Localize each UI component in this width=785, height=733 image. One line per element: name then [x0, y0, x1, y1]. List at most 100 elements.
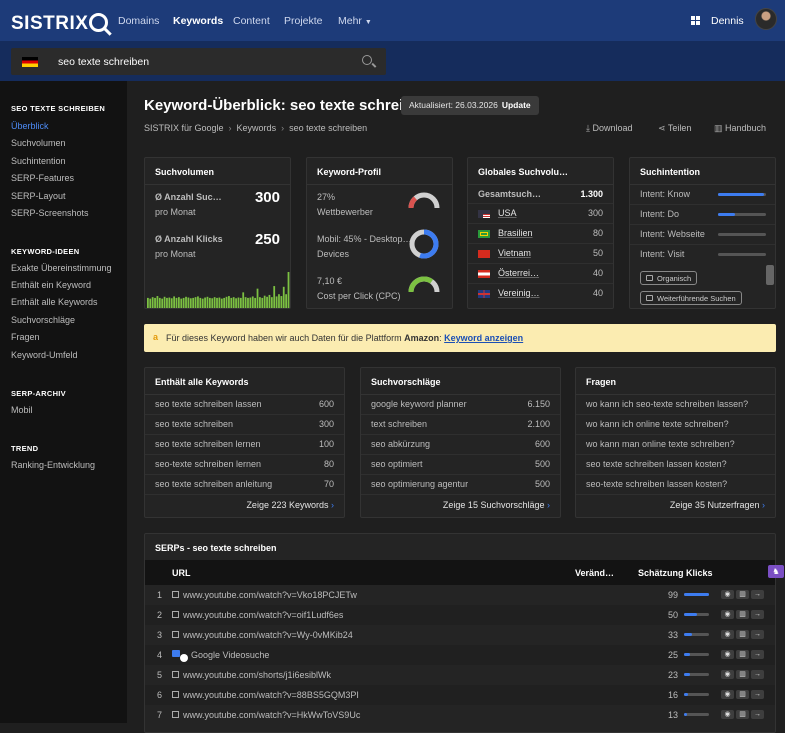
serp-url[interactable]: www.youtube.com/watch?v=Vko18PCJETw [183, 590, 357, 600]
table-row[interactable]: 2 www.youtube.com/watch?v=oif1Ludf6es 50 ◉ ▥… [145, 605, 775, 625]
nav-content[interactable]: Content [233, 15, 270, 27]
eye-icon[interactable]: ◉ [721, 670, 734, 679]
eye-icon[interactable]: ◉ [721, 630, 734, 639]
arrow-right-icon[interactable]: → [751, 610, 764, 619]
handbook-button[interactable]: ▥ Handbuch [714, 123, 766, 134]
nav-mehr[interactable]: Mehr ▼ [338, 15, 372, 27]
nav-domains[interactable]: Domains [118, 15, 159, 27]
list-item[interactable]: wo kann ich online texte schreiben? [586, 419, 729, 429]
search-query[interactable]: seo texte schreiben [58, 56, 149, 68]
sidebar-item-enthaelt-alle[interactable]: Enthält alle Keywords [11, 297, 98, 307]
chart-icon[interactable]: ▥ [736, 690, 749, 699]
sidebar-item-serp-layout[interactable]: SERP-Layout [11, 191, 66, 201]
sidebar-item-suchvorschlaege[interactable]: Suchvorschläge [11, 315, 75, 325]
table-row[interactable]: 7 www.youtube.com/watch?v=HkWwToVS9Uc 13 ◉ ▥… [145, 705, 775, 725]
sidebar-item-serp-features[interactable]: SERP-Features [11, 173, 74, 183]
chart-icon[interactable]: ▥ [736, 710, 749, 719]
arrow-right-icon[interactable]: → [751, 650, 764, 659]
tag-organisch[interactable]: Organisch [640, 271, 698, 285]
arrow-right-icon[interactable]: → [751, 630, 764, 639]
table-row[interactable]: 3 www.youtube.com/watch?v=Wy-0vMKib24 33 ◉ ▥… [145, 625, 775, 645]
chart-icon[interactable]: ▥ [736, 630, 749, 639]
show-suggestions-link[interactable]: Zeige 15 Suchvorschläge › [443, 500, 550, 510]
keyword-search-input[interactable]: seo texte schreiben [11, 48, 386, 75]
list-item[interactable]: seo texte schreiben [155, 419, 233, 429]
country-name[interactable]: Brasilien [498, 228, 533, 238]
sidebar-item-serp-screenshots[interactable]: SERP-Screenshots [11, 208, 89, 218]
breadcrumb-item[interactable]: Keywords [237, 123, 277, 133]
col-clicks[interactable]: Schätzung Klicks [638, 568, 713, 578]
table-row[interactable]: 5 www.youtube.com/shorts/j1i6esiblWk 23 ◉ ▥ → [145, 665, 775, 685]
germany-flag-icon[interactable] [22, 57, 38, 67]
avatar[interactable] [755, 8, 777, 30]
sidebar-item-ranking-entwicklung[interactable]: Ranking-Entwicklung [11, 460, 95, 470]
chart-icon[interactable]: ▥ [736, 670, 749, 679]
external-link-icon[interactable] [172, 691, 179, 698]
sistrix-logo[interactable]: SISTRIX [11, 10, 109, 35]
table-row[interactable]: 6 www.youtube.com/watch?v=88BS5GQM3PI 16 ◉ ▥… [145, 685, 775, 705]
apps-grid-icon[interactable] [691, 16, 700, 25]
list-item[interactable]: wo kann ich seo-texte schreiben lassen? [586, 399, 748, 409]
intent-scrollbar[interactable] [766, 265, 774, 285]
table-row[interactable]: 1 www.youtube.com/watch?v=Vko18PCJETw 99 ◉ ▥… [145, 585, 775, 605]
list-item[interactable]: seo optimiert [371, 459, 423, 469]
eye-icon[interactable]: ◉ [721, 650, 734, 659]
arrow-right-icon[interactable]: → [751, 590, 764, 599]
arrow-right-icon[interactable]: → [751, 690, 764, 699]
sidebar-item-mobil[interactable]: Mobil [11, 405, 33, 415]
list-item[interactable]: seo texte schreiben lassen [155, 399, 262, 409]
show-questions-link[interactable]: Zeige 35 Nutzerfragen › [670, 500, 765, 510]
sidebar-item-enthaelt-ein[interactable]: Enthält ein Keyword [11, 280, 91, 290]
list-item[interactable]: google keyword planner [371, 399, 467, 409]
list-item[interactable]: seo texte schreiben anleitung [155, 479, 272, 489]
user-name[interactable]: Dennis [711, 15, 744, 27]
sidebar-item-exakt[interactable]: Exakte Übereinstimmung [11, 263, 112, 273]
external-link-icon[interactable] [172, 711, 179, 718]
serp-url[interactable]: www.youtube.com/watch?v=88BS5GQM3PI [183, 690, 359, 700]
list-item[interactable]: wo kann man online texte schreiben? [586, 439, 735, 449]
serp-url[interactable]: www.youtube.com/shorts/j1i6esiblWk [183, 670, 331, 680]
eye-icon[interactable]: ◉ [721, 590, 734, 599]
external-link-icon[interactable] [172, 611, 179, 618]
show-all-keywords-link[interactable]: Zeige 223 Keywords › [246, 500, 334, 510]
tag-partial[interactable] [640, 308, 732, 309]
list-item[interactable]: seo abkürzung [371, 439, 430, 449]
country-name[interactable]: Österrei… [498, 268, 539, 278]
table-row[interactable]: 4 Google Videosuche 25 ◉ ▥ → [145, 645, 775, 665]
eye-icon[interactable]: ◉ [721, 710, 734, 719]
external-link-icon[interactable] [172, 631, 179, 638]
chart-icon[interactable]: ▥ [736, 610, 749, 619]
eye-icon[interactable]: ◉ [721, 690, 734, 699]
external-link-icon[interactable] [172, 671, 179, 678]
arrow-right-icon[interactable]: → [751, 670, 764, 679]
country-name[interactable]: Vereinig… [498, 288, 540, 298]
serp-url[interactable]: www.youtube.com/watch?v=oif1Ludf6es [183, 610, 343, 620]
sidebar-item-suchvolumen[interactable]: Suchvolumen [11, 138, 66, 148]
serp-feature[interactable]: Google Videosuche [191, 650, 269, 660]
nav-projekte[interactable]: Projekte [284, 15, 323, 27]
share-button[interactable]: ⋖ Teilen [658, 123, 691, 134]
update-button[interactable]: Update [502, 100, 531, 110]
serp-url[interactable]: www.youtube.com/watch?v=HkWwToVS9Uc [183, 710, 360, 720]
col-change[interactable]: Veränd… [575, 568, 614, 578]
chart-icon[interactable]: ▥ [736, 590, 749, 599]
keyword-anzeigen-link[interactable]: Keyword anzeigen [444, 333, 523, 343]
eye-icon[interactable]: ◉ [721, 610, 734, 619]
download-button[interactable]: ⤓ Download [586, 123, 633, 134]
list-item[interactable]: seo optimierung agentur [371, 479, 468, 489]
sidebar-item-keyword-umfeld[interactable]: Keyword-Umfeld [11, 350, 78, 360]
list-item[interactable]: seo-texte schreiben lassen kosten? [586, 479, 727, 489]
search-icon[interactable] [362, 55, 372, 65]
country-name[interactable]: Vietnam [498, 248, 531, 258]
country-name[interactable]: USA [498, 208, 517, 218]
list-item[interactable]: seo-texte schreiben lernen [155, 459, 261, 469]
sidebar-item-ueberblick[interactable]: Überblick [11, 121, 49, 131]
list-item[interactable]: seo texte schreiben lernen [155, 439, 261, 449]
sidebar-item-suchintention[interactable]: Suchintention [11, 156, 66, 166]
col-url[interactable]: URL [172, 568, 191, 578]
list-item[interactable]: text schreiben [371, 419, 427, 429]
external-link-icon[interactable] [172, 591, 179, 598]
breadcrumb-item[interactable]: SISTRIX für Google [144, 123, 224, 133]
arrow-right-icon[interactable]: → [751, 710, 764, 719]
tag-weiterfuehrende-suchen[interactable]: Weiterführende Suchen [640, 291, 742, 305]
